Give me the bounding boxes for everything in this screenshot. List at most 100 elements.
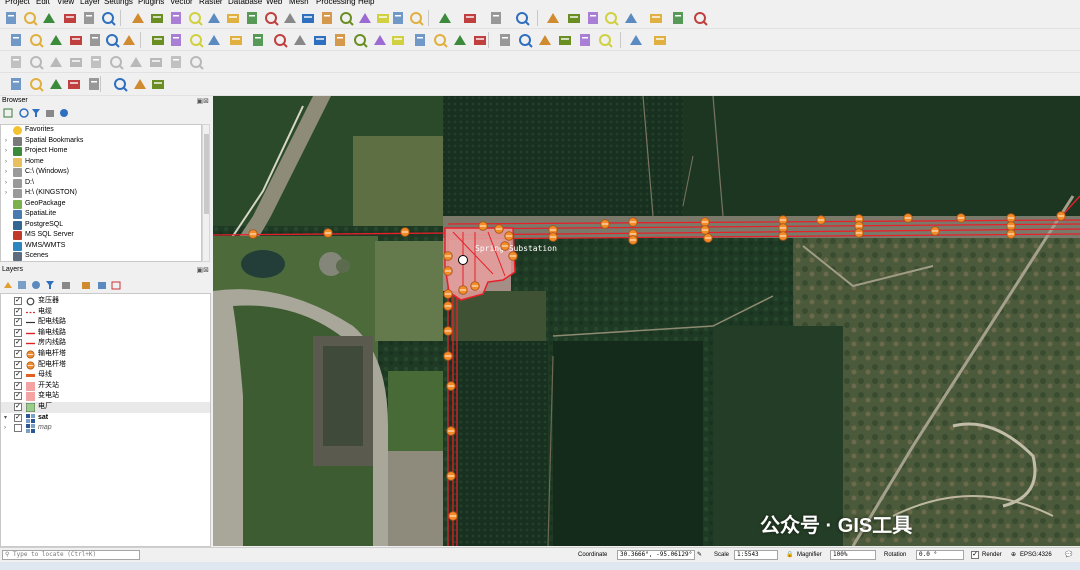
menu-raster[interactable]: Raster: [199, 0, 223, 7]
offset-icon[interactable]: [108, 54, 124, 70]
layer-visibility-checkbox[interactable]: ✓: [14, 318, 22, 327]
menu-database[interactable]: Database: [228, 0, 262, 7]
menu-layer[interactable]: Layer: [80, 0, 100, 7]
menu-settings[interactable]: Settings: [104, 0, 133, 7]
zoom-last-icon[interactable]: [282, 10, 298, 26]
layer-row[interactable]: ✓ 开关站: [1, 381, 210, 392]
layer-row[interactable]: ✓ 配电线路: [1, 317, 210, 328]
browser-item[interactable]: Scenes: [1, 251, 201, 262]
undo-icon[interactable]: [312, 32, 328, 48]
layer-visibility-checkbox[interactable]: ✓: [14, 413, 22, 422]
plugin-icon[interactable]: [497, 32, 513, 48]
layer-row[interactable]: › map: [1, 423, 210, 434]
render-checkbox[interactable]: ✓: [971, 551, 979, 559]
select-value-icon[interactable]: [462, 10, 478, 26]
console-icon[interactable]: [537, 32, 553, 48]
magnifier-field[interactable]: 100%: [830, 550, 876, 560]
layer-visibility-checkbox[interactable]: ✓: [14, 381, 22, 390]
browser-item[interactable]: PostgreSQL: [1, 220, 201, 231]
new-layout-icon[interactable]: [8, 76, 24, 92]
browser-item[interactable]: Favorites: [1, 125, 201, 136]
redo-icon[interactable]: [332, 32, 348, 48]
zoom-selection-icon[interactable]: [225, 10, 241, 26]
grass-icon[interactable]: [577, 32, 593, 48]
selected-vertex[interactable]: [458, 255, 468, 265]
rotation-field[interactable]: 0.0 °: [916, 550, 964, 560]
layer-row[interactable]: ✓ 输电杆塔: [1, 349, 210, 360]
expand-arrow-icon[interactable]: ›: [5, 178, 7, 189]
add-wms-icon[interactable]: [87, 32, 103, 48]
menu-web[interactable]: Web: [266, 0, 282, 7]
menu-project[interactable]: Project: [5, 0, 30, 7]
zoom-full-icon[interactable]: [206, 10, 222, 26]
scripts-icon[interactable]: [557, 32, 573, 48]
browser-item[interactable]: GeoPackage: [1, 199, 201, 210]
refresh-icon[interactable]: [408, 10, 424, 26]
scale-field[interactable]: 1:5543: [734, 550, 778, 560]
label-show-icon[interactable]: [452, 32, 468, 48]
zoom-next-icon[interactable]: [300, 10, 316, 26]
expand-arrow-icon[interactable]: ›: [4, 423, 6, 434]
browser-item[interactable]: › Spatial Bookmarks: [1, 136, 201, 147]
layer-row[interactable]: ✓ 房内线路: [1, 338, 210, 349]
bookmark-icon[interactable]: [357, 10, 373, 26]
layers-toolbar-icons[interactable]: [2, 279, 132, 291]
style-manager-icon[interactable]: [100, 10, 116, 26]
crs-label[interactable]: EPSG:4326: [1020, 551, 1052, 560]
pan-icon[interactable]: [130, 10, 146, 26]
python-plugin-icon[interactable]: [150, 76, 166, 92]
menu-mesh[interactable]: Mesh: [289, 0, 309, 7]
browser-panel-buttons[interactable]: ▣⊠: [197, 97, 209, 105]
label-move-icon[interactable]: [390, 32, 406, 48]
cut-icon[interactable]: [250, 32, 266, 48]
processing-icon[interactable]: [585, 10, 601, 26]
identify-icon[interactable]: [545, 10, 561, 26]
browser-toolbar-icons[interactable]: [2, 107, 72, 119]
layout-icon[interactable]: [628, 32, 644, 48]
settings-icon[interactable]: [692, 10, 708, 26]
tips-icon[interactable]: [670, 10, 686, 26]
layers-panel-buttons[interactable]: ▣⊠: [197, 266, 209, 274]
layer-visibility-checkbox[interactable]: ✓: [14, 392, 22, 401]
zoom-layer-icon[interactable]: [244, 10, 260, 26]
browser-item[interactable]: › Project Home: [1, 146, 201, 157]
open-field-calc-icon[interactable]: [514, 10, 530, 26]
toggle-edit-icon[interactable]: [168, 32, 184, 48]
add-vector-icon[interactable]: [28, 32, 44, 48]
merge-icon[interactable]: [88, 54, 104, 70]
new-3d-view-icon[interactable]: [338, 10, 354, 26]
new-map-view-icon[interactable]: [319, 10, 335, 26]
zoom-in-icon[interactable]: [168, 10, 184, 26]
simplify-icon[interactable]: [168, 54, 184, 70]
menu-plugins[interactable]: Plugins: [138, 0, 164, 7]
data-source-icon[interactable]: [8, 32, 24, 48]
rotate-icon[interactable]: [128, 54, 144, 70]
temporal-icon[interactable]: [390, 10, 406, 26]
paste-icon[interactable]: [292, 32, 308, 48]
expand-arrow-icon[interactable]: ›: [5, 167, 7, 178]
layer-row[interactable]: ✓ 输电线路: [1, 328, 210, 339]
snap-icon[interactable]: [28, 54, 44, 70]
expand-arrow-icon[interactable]: ▾: [4, 413, 7, 424]
menu-vector[interactable]: Vector: [170, 0, 193, 7]
browser-item[interactable]: MS SQL Server: [1, 230, 201, 241]
measure-icon[interactable]: [623, 10, 639, 26]
annotation-icon[interactable]: [648, 10, 664, 26]
new-gpkg-icon[interactable]: [104, 32, 120, 48]
layer-visibility-checkbox[interactable]: ✓: [14, 297, 22, 305]
satellite-map[interactable]: Spring Substation: [213, 96, 1080, 546]
attribute-table-icon[interactable]: [566, 10, 582, 26]
delete-icon[interactable]: [228, 32, 244, 48]
coordinate-field[interactable]: 30.3666°, -95.06129°: [617, 550, 695, 560]
extent-toggle-icon[interactable]: ✎: [697, 551, 702, 560]
add-delimited-icon[interactable]: [68, 32, 84, 48]
layer-visibility-checkbox[interactable]: ✓: [14, 328, 22, 337]
label-pin-icon[interactable]: [372, 32, 388, 48]
layer-row[interactable]: ✓ 变压器: [1, 296, 210, 307]
open-project-icon[interactable]: [22, 10, 38, 26]
browser-item[interactable]: › D:\: [1, 178, 201, 189]
label-change-icon[interactable]: [432, 32, 448, 48]
scale-icon[interactable]: [148, 54, 164, 70]
layer-visibility-checkbox[interactable]: ✓: [14, 339, 22, 348]
layer-row[interactable]: ✓ 母线: [1, 370, 210, 381]
